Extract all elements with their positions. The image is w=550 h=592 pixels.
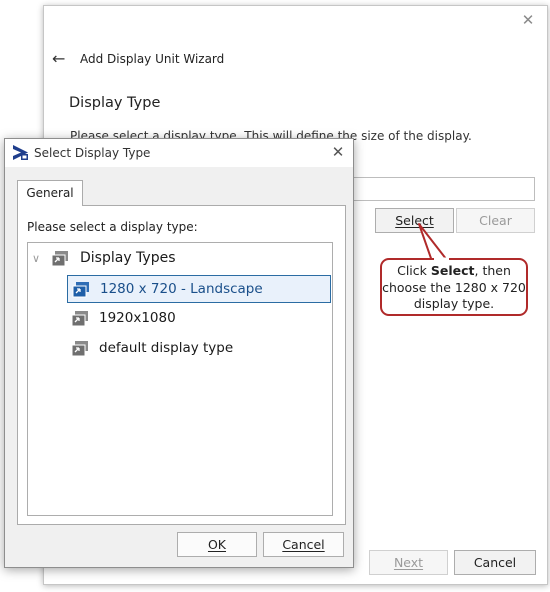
ok-button[interactable]: OK [177, 532, 257, 557]
dialog-title-bar[interactable]: Select Display Type ✕ [5, 139, 353, 167]
tree-item-default-display-type[interactable]: default display type [67, 335, 331, 363]
cancel-button-label: Cancel [282, 537, 325, 552]
wizard-cancel-button[interactable]: Cancel [454, 550, 536, 575]
prompt-label: Please select a display type: [27, 220, 198, 234]
tree-item-1920x1080[interactable]: 1920x1080 [67, 305, 331, 333]
display-type-icon [71, 341, 88, 357]
display-type-icon [51, 251, 68, 267]
dialog-title: Select Display Type [34, 146, 151, 160]
chevron-down-icon[interactable]: ∨ [32, 246, 40, 272]
callout-text-prefix: Click [397, 263, 431, 278]
select-button[interactable]: Select [375, 208, 454, 233]
tree-item-label: default display type [99, 340, 234, 356]
tree-item-1280x720-landscape[interactable]: 1280 x 720 - Landscape [67, 275, 331, 303]
next-button-label: Next [393, 555, 424, 570]
close-icon[interactable]: ✕ [329, 143, 347, 161]
tree-item-label: 1920x1080 [99, 310, 176, 326]
dialog-cancel-button[interactable]: Cancel [263, 532, 344, 557]
app-logo-icon [13, 145, 28, 160]
select-display-type-dialog: Select Display Type ✕ General Please sel… [4, 138, 354, 568]
general-tab-panel: Please select a display type: ∨ Display … [17, 205, 346, 525]
close-icon[interactable]: ✕ [519, 11, 537, 29]
tree-root-label: Display Types [80, 250, 176, 266]
ok-button-label: OK [207, 537, 227, 552]
back-arrow-icon[interactable]: ← [52, 50, 70, 68]
display-type-icon [71, 311, 88, 327]
next-button[interactable]: Next [369, 550, 448, 575]
page-heading: Display Type [69, 95, 161, 111]
display-type-icon [72, 282, 89, 298]
tree-item-label: 1280 x 720 - Landscape [100, 281, 263, 297]
callout-text: Click Select, then choose the 1280 x 720… [382, 263, 526, 313]
tree-root-display-types[interactable]: ∨ Display Types [30, 245, 330, 273]
select-button-label: Select [395, 213, 434, 228]
display-types-tree[interactable]: ∨ Display Types 1280 x 720 - Landscape 1… [27, 242, 333, 516]
tab-general[interactable]: General [17, 180, 83, 206]
clear-button[interactable]: Clear [456, 208, 535, 233]
wizard-title: Add Display Unit Wizard [80, 52, 225, 66]
callout-text-bold: Select [430, 263, 475, 278]
display-type-field[interactable] [349, 177, 535, 201]
